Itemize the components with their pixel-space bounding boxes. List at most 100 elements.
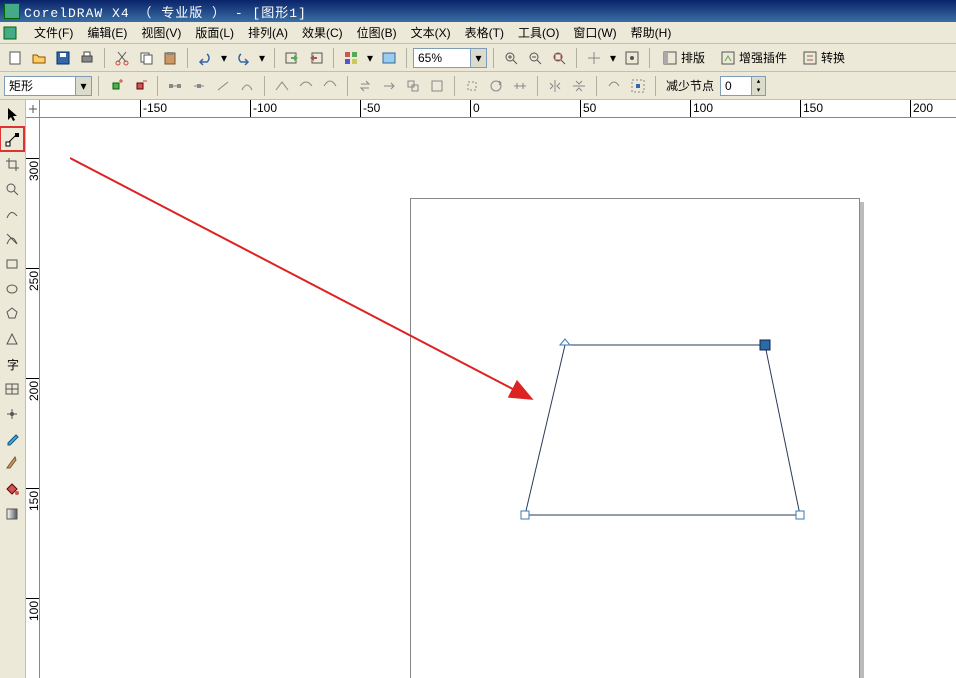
- to-curve-button[interactable]: [236, 75, 258, 97]
- pick-tool[interactable]: [0, 102, 24, 126]
- undo-button[interactable]: [194, 47, 216, 69]
- elastic-mode-button[interactable]: [603, 75, 625, 97]
- menu-window[interactable]: 窗口(W): [567, 22, 622, 43]
- select-all-nodes-button[interactable]: [627, 75, 649, 97]
- redo-dropdown[interactable]: ▾: [256, 48, 268, 68]
- title-bar: CorelDRAW X4 （ 专业版 ） - [图形1]: [0, 0, 956, 22]
- menu-view[interactable]: 视图(V): [135, 22, 187, 43]
- panel-layout-button[interactable]: 排版: [656, 47, 712, 69]
- interactive-tool[interactable]: [0, 402, 24, 426]
- redo-button[interactable]: [232, 47, 254, 69]
- menu-bar: 文件(F) 编辑(E) 视图(V) 版面(L) 排列(A) 效果(C) 位图(B…: [0, 22, 956, 44]
- reverse-direction-button[interactable]: [354, 75, 376, 97]
- canvas[interactable]: [40, 118, 956, 678]
- menu-bitmap[interactable]: 位图(B): [351, 22, 403, 43]
- window-title: CorelDRAW X4 （ 专业版 ） - [图形1]: [24, 2, 307, 21]
- shape-type-combo[interactable]: ▾: [4, 76, 92, 96]
- zoom-fit-icon[interactable]: [548, 47, 570, 69]
- svg-text:字: 字: [7, 357, 19, 372]
- shape-type-input[interactable]: [5, 77, 75, 95]
- crop-tool[interactable]: [0, 152, 24, 176]
- zoom-in-icon[interactable]: [500, 47, 522, 69]
- workspace: 字 -150 -100 -50 0 50 100 150 200 300 250…: [0, 100, 956, 678]
- node-count-spinner[interactable]: ▴▾: [720, 76, 766, 96]
- new-button[interactable]: [4, 47, 26, 69]
- app-launcher-button[interactable]: [340, 47, 362, 69]
- ellipse-tool[interactable]: [0, 277, 24, 301]
- extend-curve-button[interactable]: [378, 75, 400, 97]
- zoom-tool[interactable]: [0, 177, 24, 201]
- menu-edit[interactable]: 编辑(E): [81, 22, 133, 43]
- close-curve-button[interactable]: [426, 75, 448, 97]
- fill-tool[interactable]: [0, 477, 24, 501]
- menu-tools[interactable]: 工具(O): [512, 22, 565, 43]
- zoom-combo[interactable]: ▾: [413, 48, 487, 68]
- symmetric-node-button[interactable]: [319, 75, 341, 97]
- save-button[interactable]: [52, 47, 74, 69]
- polygon-tool[interactable]: [0, 302, 24, 326]
- rotate-nodes-button[interactable]: [485, 75, 507, 97]
- zoom-input[interactable]: [414, 49, 470, 67]
- extract-subpath-button[interactable]: [402, 75, 424, 97]
- add-node-button[interactable]: [105, 75, 127, 97]
- cut-button[interactable]: [111, 47, 133, 69]
- snap-dropdown[interactable]: ▾: [607, 48, 619, 68]
- open-button[interactable]: [28, 47, 50, 69]
- menu-file[interactable]: 文件(F): [28, 22, 79, 43]
- table-tool[interactable]: [0, 377, 24, 401]
- import-button[interactable]: [281, 47, 303, 69]
- options-button[interactable]: [621, 47, 643, 69]
- outline-tool[interactable]: [0, 452, 24, 476]
- print-button[interactable]: [76, 47, 98, 69]
- property-bar: ▾ 减少节点 ▴▾: [0, 72, 956, 100]
- menu-text[interactable]: 文本(X): [405, 22, 457, 43]
- reflect-h-button[interactable]: [544, 75, 566, 97]
- app-logo-icon: [4, 3, 20, 19]
- standard-toolbar: ▾ ▾ ▾ ▾ ▾ 排版 增强插件 转换: [0, 44, 956, 72]
- menu-arrange[interactable]: 排列(A): [242, 22, 294, 43]
- zoom-dropdown-arrow[interactable]: ▾: [470, 49, 486, 67]
- app-launcher-dropdown[interactable]: ▾: [364, 48, 376, 68]
- shape-type-arrow[interactable]: ▾: [75, 77, 91, 95]
- menu-help[interactable]: 帮助(H): [625, 22, 678, 43]
- spin-down[interactable]: ▾: [752, 86, 765, 95]
- snap-button[interactable]: [583, 47, 605, 69]
- basic-shapes-tool[interactable]: [0, 327, 24, 351]
- smooth-node-button[interactable]: [295, 75, 317, 97]
- drawn-shape[interactable]: [40, 118, 956, 678]
- welcome-button[interactable]: [378, 47, 400, 69]
- reduce-nodes-label: 减少节点: [662, 77, 718, 94]
- align-nodes-button[interactable]: [509, 75, 531, 97]
- panel-convert-button[interactable]: 转换: [796, 47, 852, 69]
- vertical-ruler[interactable]: 300 250 200 150 100: [26, 118, 40, 678]
- eyedropper-tool[interactable]: [0, 427, 24, 451]
- text-tool[interactable]: 字: [0, 352, 24, 376]
- to-line-button[interactable]: [212, 75, 234, 97]
- undo-dropdown[interactable]: ▾: [218, 48, 230, 68]
- menu-effects[interactable]: 效果(C): [296, 22, 349, 43]
- interactive-fill-tool[interactable]: [0, 502, 24, 526]
- reflect-v-button[interactable]: [568, 75, 590, 97]
- stretch-nodes-button[interactable]: [461, 75, 483, 97]
- zoom-out-icon[interactable]: [524, 47, 546, 69]
- break-node-button[interactable]: [188, 75, 210, 97]
- paste-button[interactable]: [159, 47, 181, 69]
- join-nodes-button[interactable]: [164, 75, 186, 97]
- menu-icon-spacer: [2, 25, 26, 41]
- horizontal-ruler[interactable]: -150 -100 -50 0 50 100 150 200: [40, 100, 956, 118]
- cusp-node-button[interactable]: [271, 75, 293, 97]
- shape-tool[interactable]: [0, 127, 24, 151]
- smart-draw-tool[interactable]: [0, 227, 24, 251]
- panel-enhance-button[interactable]: 增强插件: [714, 47, 794, 69]
- menu-layout[interactable]: 版面(L): [189, 22, 240, 43]
- node-count-input[interactable]: [721, 79, 751, 93]
- delete-node-button[interactable]: [129, 75, 151, 97]
- toolbox: 字: [0, 100, 26, 678]
- menu-table[interactable]: 表格(T): [459, 22, 510, 43]
- freehand-tool[interactable]: [0, 202, 24, 226]
- copy-button[interactable]: [135, 47, 157, 69]
- spin-up[interactable]: ▴: [752, 77, 765, 86]
- export-button[interactable]: [305, 47, 327, 69]
- rectangle-tool[interactable]: [0, 252, 24, 276]
- ruler-origin[interactable]: [26, 100, 40, 118]
